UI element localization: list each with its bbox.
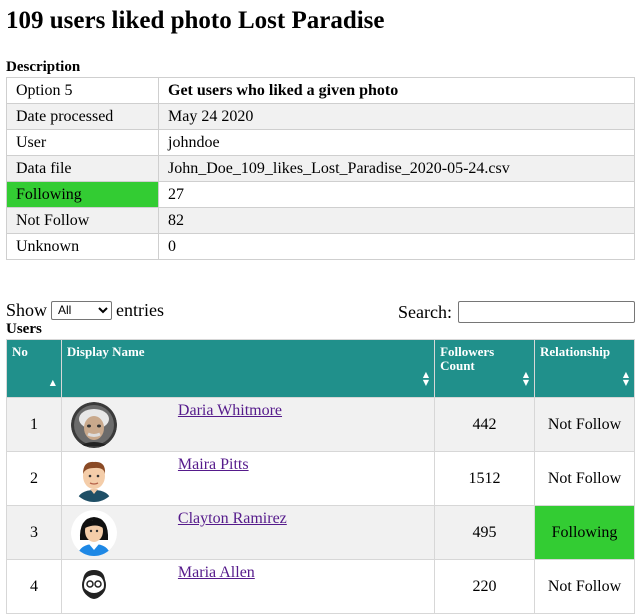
show-entries: Show All entries [6, 299, 164, 321]
bearded-man-avatar-icon [70, 564, 117, 610]
description-row: Not Follow 82 [6, 207, 635, 234]
description-row: Data file John_Doe_109_likes_Lost_Paradi… [6, 155, 635, 182]
row-number: 2 [6, 451, 62, 506]
search-label: Search: [398, 302, 452, 322]
column-header-relationship[interactable]: Relationship ▲ ▼ [534, 339, 635, 398]
description-caption: Description [6, 59, 81, 75]
table-row: 2 Maira Pitts 1512 Not Follow [6, 451, 635, 506]
man-avatar-icon [71, 456, 117, 502]
sort-ascending-icon: ▲ [49, 378, 56, 387]
row-number: 3 [6, 505, 62, 560]
users-caption: Users [6, 321, 42, 337]
column-header-label: Display Name [66, 344, 145, 359]
user-link[interactable]: Maria Allen [178, 564, 255, 582]
display-name-cell: Daria Whitmore [60, 397, 436, 452]
relationship: Following [534, 505, 635, 560]
description-row: Following 27 [6, 181, 635, 208]
sort-both-icon: ▲ ▼ [622, 370, 629, 387]
page: 109 users liked photo Lost Paradise Desc… [0, 0, 642, 614]
display-name-cell: Maira Pitts [60, 451, 436, 506]
relationship: Not Follow [534, 451, 635, 506]
description-row: User johndoe [6, 129, 635, 156]
row-number: 1 [6, 397, 62, 452]
table-row: 1 Daria Whitmore 442 Not Follow [6, 397, 635, 452]
not-follow-count: 82 [158, 207, 635, 234]
sort-both-icon: ▲ ▼ [522, 370, 530, 387]
description-key: Option 5 [6, 77, 159, 104]
description-row: Unknown 0 [6, 233, 635, 260]
search-input[interactable] [458, 301, 635, 323]
user-link[interactable]: Maira Pitts [178, 456, 249, 474]
entries-label: entries [116, 300, 164, 320]
description-key: Not Follow [6, 207, 159, 234]
unknown-count: 0 [158, 233, 635, 260]
entries-select[interactable]: All [51, 300, 113, 320]
description-key: Data file [6, 155, 159, 182]
user-link[interactable]: Daria Whitmore [178, 402, 282, 420]
woman-avatar-icon [70, 510, 117, 556]
description-key: Unknown [6, 233, 159, 260]
column-header-label: Relationship [540, 344, 611, 359]
column-header-label: No [12, 344, 28, 359]
description-key: Date processed [6, 103, 159, 130]
sort-both-icon: ▲ ▼ [422, 370, 430, 387]
description-key: User [6, 129, 159, 156]
followers-count: 442 [434, 397, 536, 452]
users-header-row: No ▲ Display Name ▲ ▼ Followers Count ▲ ▼ … [6, 339, 635, 398]
description-value: John_Doe_109_likes_Lost_Paradise_2020-05… [158, 155, 635, 182]
description-value: johndoe [158, 129, 635, 156]
column-header-no[interactable]: No ▲ [6, 339, 62, 398]
einstein-avatar-icon [70, 402, 117, 448]
description-value: Get users who liked a given photo [158, 77, 635, 104]
description-row: Date processed May 24 2020 [6, 103, 635, 130]
show-label: Show [6, 300, 48, 320]
description-row: Option 5 Get users who liked a given pho… [6, 77, 635, 104]
column-header-followers-count[interactable]: Followers Count ▲ ▼ [434, 339, 536, 398]
following-key: Following [6, 181, 159, 208]
relationship: Not Follow [534, 397, 635, 452]
column-header-label: Followers Count [440, 344, 495, 373]
users-table: No ▲ Display Name ▲ ▼ Followers Count ▲ ▼ … [6, 339, 635, 614]
search: Search: [398, 301, 635, 323]
followers-count: 495 [434, 505, 536, 560]
following-count: 27 [158, 181, 635, 208]
description-table: Option 5 Get users who liked a given pho… [6, 77, 635, 260]
user-link[interactable]: Clayton Ramirez [178, 510, 287, 528]
page-title: 109 users liked photo Lost Paradise [6, 7, 385, 34]
followers-count: 1512 [434, 451, 536, 506]
display-name-cell: Clayton Ramirez [60, 505, 436, 560]
table-row: 3 Clayton Ramirez 495 Following [6, 505, 635, 560]
description-value: May 24 2020 [158, 103, 635, 130]
column-header-display-name[interactable]: Display Name ▲ ▼ [60, 339, 436, 398]
